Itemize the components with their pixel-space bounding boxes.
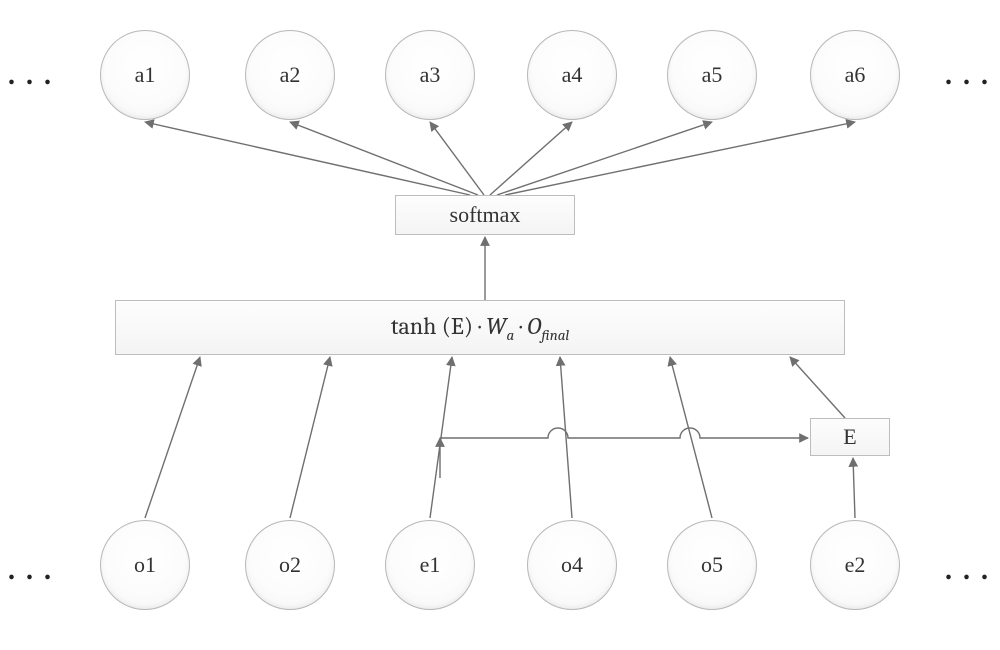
node-a2: a2 <box>245 30 335 120</box>
node-a5: a5 <box>667 30 757 120</box>
node-a3: a3 <box>385 30 475 120</box>
node-e2: e2 <box>810 520 900 610</box>
ellipsis-top-right: . . . <box>945 60 990 92</box>
ellipsis-top-left: . . . <box>8 60 53 92</box>
attention-formula-text: tanh (E) · Wa · Ofinal <box>391 312 570 344</box>
node-e1: e1 <box>385 520 475 610</box>
e-aggregate-box: E <box>810 418 890 456</box>
softmax-box: softmax <box>395 195 575 235</box>
node-o2: o2 <box>245 520 335 610</box>
attention-formula-box: tanh (E) · Wa · Ofinal <box>115 300 845 355</box>
node-o5: o5 <box>667 520 757 610</box>
node-o4: o4 <box>527 520 617 610</box>
node-a6: a6 <box>810 30 900 120</box>
ellipsis-bottom-left: . . . <box>8 555 53 587</box>
node-a1: a1 <box>100 30 190 120</box>
node-o1: o1 <box>100 520 190 610</box>
ellipsis-bottom-right: . . . <box>945 555 990 587</box>
node-a4: a4 <box>527 30 617 120</box>
